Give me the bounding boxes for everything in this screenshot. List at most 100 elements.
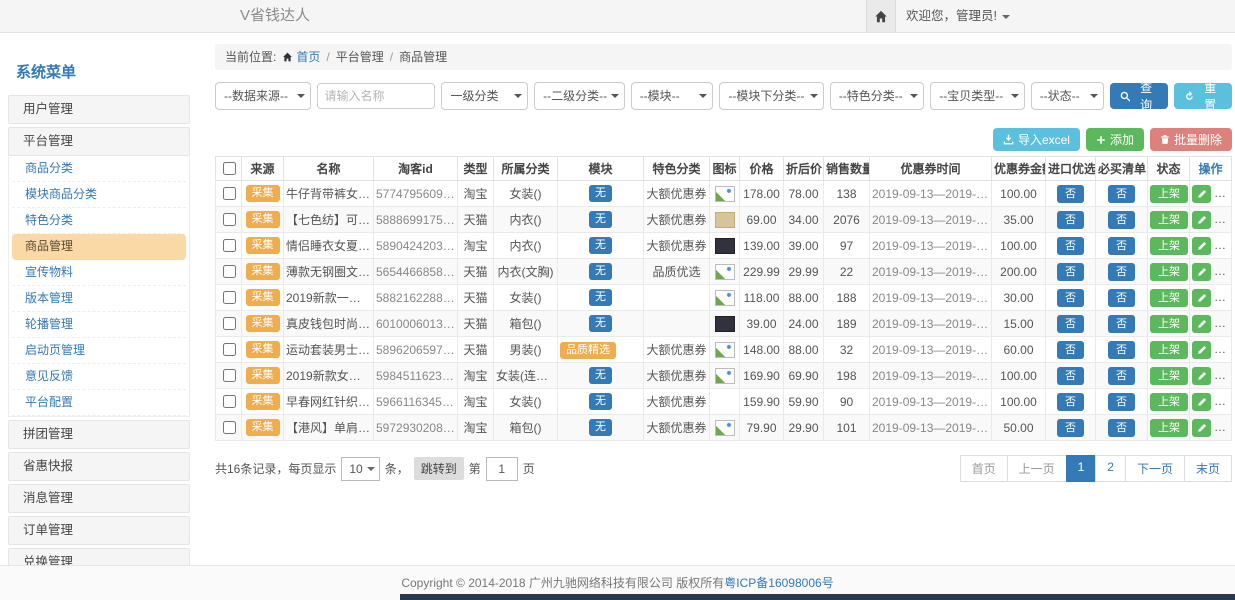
filter-feature-category-select[interactable]: --特色分类--: [830, 82, 924, 110]
status-button[interactable]: 上架: [1150, 315, 1188, 333]
sidebar-submenu-item[interactable]: 启动页管理: [12, 338, 186, 364]
must-buy-toggle[interactable]: 否: [1108, 315, 1135, 333]
import-optional-toggle[interactable]: 否: [1057, 315, 1084, 333]
select-all-checkbox[interactable]: [223, 162, 236, 175]
sidebar-submenu-item[interactable]: 意见反馈: [12, 364, 186, 390]
batch-delete-button[interactable]: 批量删除: [1150, 128, 1232, 151]
row-checkbox[interactable]: [223, 317, 236, 330]
must-buy-toggle[interactable]: 否: [1108, 393, 1135, 411]
import-optional-toggle[interactable]: 否: [1057, 393, 1084, 411]
jump-to-button[interactable]: 跳转到: [414, 457, 464, 480]
query-button[interactable]: 查询: [1110, 83, 1168, 109]
edit-button[interactable]: [1192, 367, 1211, 385]
row-checkbox[interactable]: [223, 265, 236, 278]
sidebar-item[interactable]: 消息管理: [8, 484, 190, 513]
must-buy-toggle[interactable]: 否: [1108, 185, 1135, 203]
pager-button[interactable]: 末页: [1184, 455, 1232, 482]
search-name-input[interactable]: [317, 83, 435, 109]
status-button[interactable]: 上架: [1150, 419, 1188, 437]
user-menu[interactable]: 欢迎您，管理员!: [906, 0, 1010, 32]
must-buy-toggle[interactable]: 否: [1108, 341, 1135, 359]
import-optional-toggle[interactable]: 否: [1057, 263, 1084, 281]
status-button[interactable]: 上架: [1150, 341, 1188, 359]
import-optional-toggle[interactable]: 否: [1057, 211, 1084, 229]
import-optional-toggle[interactable]: 否: [1057, 289, 1084, 307]
edit-button[interactable]: [1192, 393, 1211, 411]
query-button-label: 查询: [1134, 79, 1157, 113]
edit-button[interactable]: [1192, 341, 1211, 359]
pager-button[interactable]: 上一页: [1007, 455, 1067, 482]
row-checkbox[interactable]: [223, 187, 236, 200]
pager-button[interactable]: 1: [1066, 455, 1097, 482]
edit-button[interactable]: [1192, 289, 1211, 307]
must-buy-toggle[interactable]: 否: [1108, 237, 1135, 255]
status-button[interactable]: 上架: [1150, 289, 1188, 307]
import-excel-button[interactable]: 导入excel: [993, 128, 1080, 151]
filter-module-select[interactable]: --模块--: [631, 82, 714, 110]
breadcrumb-item[interactable]: 平台管理: [336, 50, 384, 64]
import-optional-toggle[interactable]: 否: [1057, 419, 1084, 437]
reset-button[interactable]: 重置: [1174, 83, 1232, 109]
add-button[interactable]: 添加: [1086, 128, 1144, 151]
sidebar-submenu-item[interactable]: 版本管理: [12, 286, 186, 312]
status-button[interactable]: 上架: [1150, 393, 1188, 411]
sidebar-submenu-item[interactable]: 特色分类: [12, 208, 186, 234]
status-button[interactable]: 上架: [1150, 185, 1188, 203]
row-checkbox[interactable]: [223, 369, 236, 382]
import-optional-toggle[interactable]: 否: [1057, 185, 1084, 203]
must-buy-toggle[interactable]: 否: [1108, 289, 1135, 307]
breadcrumb-home-link[interactable]: 首页: [296, 50, 320, 64]
filter-data-source-select[interactable]: --数据来源--: [215, 82, 311, 110]
page: V省钱达人 欢迎您，管理员! 系统菜单 用户管理 平台管理 商品分类模块商品分类…: [0, 0, 1235, 600]
row-checkbox[interactable]: [223, 343, 236, 356]
filter-level2-category-select[interactable]: --二级分类--: [534, 82, 625, 110]
page-size-select[interactable]: 10: [341, 457, 379, 481]
edit-button[interactable]: [1192, 315, 1211, 333]
import-optional-toggle[interactable]: 否: [1057, 237, 1084, 255]
filter-item-type-select[interactable]: --宝贝类型--: [930, 82, 1024, 110]
row-checkbox[interactable]: [223, 421, 236, 434]
sidebar-item-user-management[interactable]: 用户管理: [8, 95, 190, 124]
filter-module-subcategory-select[interactable]: --模块下分类--: [719, 82, 823, 110]
row-checkbox[interactable]: [223, 239, 236, 252]
edit-button[interactable]: [1192, 211, 1211, 229]
icp-link[interactable]: 粤ICP备16098006号: [724, 576, 833, 590]
must-buy-toggle[interactable]: 否: [1108, 419, 1135, 437]
must-buy-toggle[interactable]: 否: [1108, 263, 1135, 281]
sidebar-item-platform-management[interactable]: 平台管理: [8, 127, 190, 156]
pager-button[interactable]: 首页: [960, 455, 1008, 482]
filter-status-select[interactable]: --状态--: [1031, 82, 1104, 110]
edit-button[interactable]: [1192, 419, 1211, 437]
status-button[interactable]: 上架: [1150, 367, 1188, 385]
row-checkbox[interactable]: [223, 291, 236, 304]
sidebar-submenu-item[interactable]: 轮播管理: [12, 312, 186, 338]
import-optional-toggle[interactable]: 否: [1057, 367, 1084, 385]
home-button[interactable]: [866, 0, 896, 32]
filter-level1-category-select[interactable]: 一级分类: [441, 82, 528, 110]
coupon-amount: 30.00: [992, 285, 1046, 311]
row-checkbox[interactable]: [223, 395, 236, 408]
sidebar-submenu-item[interactable]: 商品管理: [12, 234, 186, 260]
sidebar-submenu-item[interactable]: 平台配置: [12, 390, 186, 416]
edit-button[interactable]: [1192, 263, 1211, 281]
status-button[interactable]: 上架: [1150, 237, 1188, 255]
status-button[interactable]: 上架: [1150, 211, 1188, 229]
jump-page-input[interactable]: [486, 457, 518, 481]
pager-button[interactable]: 下一页: [1125, 455, 1185, 482]
platform-type: 天猫: [458, 207, 494, 233]
must-buy-toggle[interactable]: 否: [1108, 367, 1135, 385]
must-buy-toggle[interactable]: 否: [1108, 211, 1135, 229]
sidebar-submenu-item[interactable]: 宣传物料: [12, 260, 186, 286]
edit-button[interactable]: [1192, 185, 1211, 203]
sidebar-item[interactable]: 订单管理: [8, 516, 190, 545]
source-badge: 采集: [246, 185, 280, 202]
sidebar-item[interactable]: 省惠快报: [8, 452, 190, 481]
import-optional-toggle[interactable]: 否: [1057, 341, 1084, 359]
sidebar-submenu-item[interactable]: 模块商品分类: [12, 182, 186, 208]
status-button[interactable]: 上架: [1150, 263, 1188, 281]
sidebar-submenu-item[interactable]: 商品分类: [12, 156, 186, 182]
row-checkbox[interactable]: [223, 213, 236, 226]
edit-button[interactable]: [1192, 237, 1211, 255]
sidebar-item[interactable]: 拼团管理: [8, 420, 190, 449]
pager-button[interactable]: 2: [1095, 455, 1126, 482]
